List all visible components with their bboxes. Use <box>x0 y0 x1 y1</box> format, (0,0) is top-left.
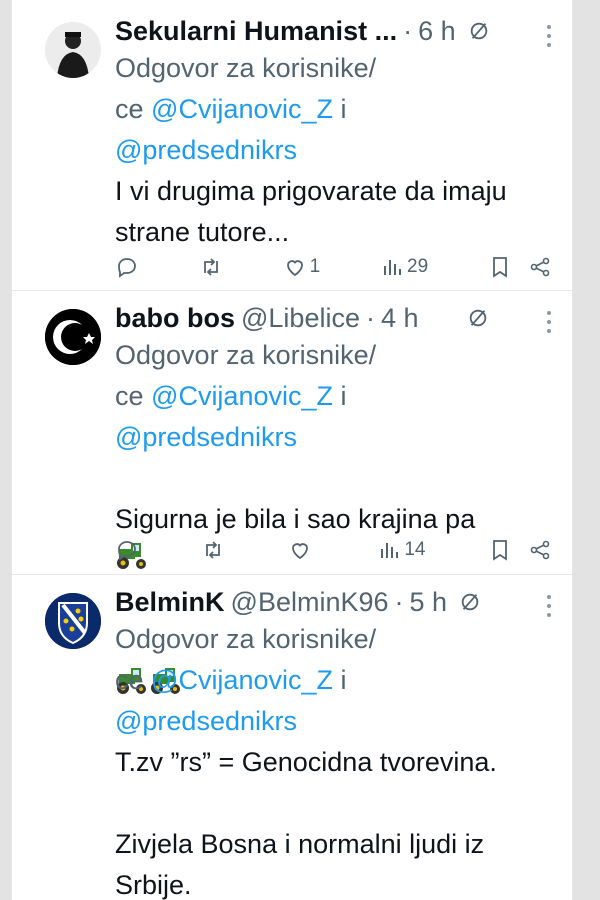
tweet-text: I vi drugima prigovarate da imaju strane… <box>115 176 507 247</box>
reply-icon <box>118 258 136 278</box>
tweet-end-actions <box>488 255 552 279</box>
mention-join: i <box>333 381 347 411</box>
views-icon <box>381 543 399 558</box>
tweet-header: babo bos @Libelice · 4 h <box>115 301 548 335</box>
timestamp[interactable]: 6 h <box>418 14 456 48</box>
mention-link[interactable]: @predsednikrs <box>115 706 297 736</box>
avatar-image <box>45 309 101 365</box>
separator-dot: · <box>365 303 375 333</box>
retweet-icon <box>203 258 218 276</box>
retweet-button[interactable] <box>199 255 223 279</box>
mention-link[interactable]: @Cvijanovic_Z <box>151 665 333 695</box>
separator-dot: · <box>394 587 404 617</box>
more-icon[interactable] <box>546 25 552 47</box>
retweet-button[interactable] <box>201 538 225 562</box>
more-icon[interactable] <box>546 595 552 617</box>
like-button[interactable] <box>288 538 315 562</box>
bookmark-icon[interactable] <box>488 255 512 279</box>
replying-to: Odgovor za korisnike/ ce @Cvijanovic_Z i… <box>115 335 548 458</box>
user-handle[interactable]: @Libelice <box>241 301 360 335</box>
grok-icon[interactable] <box>459 591 481 613</box>
like-button[interactable]: 1 <box>283 255 321 279</box>
bookmark-icon[interactable] <box>488 538 512 562</box>
grok-icon[interactable] <box>468 20 490 42</box>
reply-icon <box>118 541 136 561</box>
action-bar: 14 <box>115 535 552 565</box>
reply-button[interactable] <box>115 255 139 279</box>
share-icon[interactable] <box>528 538 552 562</box>
heart-icon <box>292 543 308 560</box>
replying-to: Odgovor za korisnike/ ce @Cvijanovic_Z i… <box>115 619 548 742</box>
display-name[interactable]: babo bos <box>115 301 235 335</box>
tweet[interactable]: BelminK @BelminK96 · 5 h Odgovor za kori… <box>12 575 572 900</box>
mention-link[interactable]: @predsednikrs <box>115 135 297 165</box>
replying-prefix: Odgovor za korisnike/ <box>115 53 377 83</box>
display-name[interactable]: BelminK <box>115 585 225 619</box>
avatar[interactable] <box>45 593 101 649</box>
more-icon[interactable] <box>546 311 552 333</box>
reply-button[interactable] <box>115 538 139 562</box>
views-button[interactable]: 14 <box>377 538 426 562</box>
tweet[interactable]: babo bos @Libelice · 4 h Odgovor za kori… <box>12 291 572 694</box>
avatar[interactable] <box>45 309 101 365</box>
like-count: 1 <box>309 256 321 277</box>
replying-mid: ce <box>115 665 152 695</box>
tweet-text: T.zv ”rs” = Genocidna tvorevina. Zivjela… <box>115 747 497 900</box>
mention-join: i <box>333 665 347 695</box>
display-name[interactable]: Sekularni Humanist ... <box>115 14 397 48</box>
tweet-header: Sekularni Humanist ... · 6 h <box>115 14 548 48</box>
replying-prefix: Odgovor za korisnike/ <box>115 340 377 370</box>
grok-icon[interactable] <box>467 307 489 329</box>
avatar-image <box>45 22 101 78</box>
views-button[interactable]: 29 <box>380 255 428 279</box>
share-icon[interactable] <box>528 255 552 279</box>
timestamp[interactable]: 4 h <box>381 301 419 335</box>
mention-link[interactable]: @predsednikrs <box>115 422 297 452</box>
retweet-icon <box>206 541 221 559</box>
avatar-image <box>45 593 101 649</box>
timestamp[interactable]: 5 h <box>410 585 448 619</box>
separator-dot: · <box>403 16 413 46</box>
views-count: 29 <box>407 256 429 277</box>
replying-to: Odgovor za korisnike/ ce @Cvijanovic_Z i… <box>115 48 548 171</box>
tweet[interactable]: Sekularni Humanist ... · 6 h Odgovor za … <box>12 0 572 291</box>
tweet-header: BelminK @BelminK96 · 5 h <box>115 585 548 619</box>
replying-mid: ce <box>115 381 152 411</box>
avatar[interactable] <box>45 22 101 78</box>
tweet-text-body: Sigurna je bila i sao krajina pa <box>115 504 476 534</box>
mention-link[interactable]: @Cvijanovic_Z <box>151 381 333 411</box>
mention-link[interactable]: @Cvijanovic_Z <box>151 94 333 124</box>
mention-join: i <box>333 94 347 124</box>
replying-mid: ce <box>115 94 152 124</box>
views-count: 14 <box>404 539 426 560</box>
timeline-feed: Sekularni Humanist ... · 6 h Odgovor za … <box>12 0 572 900</box>
views-icon <box>384 260 402 275</box>
action-bar: 1 29 <box>115 252 552 282</box>
user-handle[interactable]: @BelminK96 <box>231 585 389 619</box>
replying-prefix: Odgovor za korisnike/ <box>115 624 377 654</box>
heart-icon <box>286 260 303 277</box>
tweet-end-actions <box>488 538 552 562</box>
